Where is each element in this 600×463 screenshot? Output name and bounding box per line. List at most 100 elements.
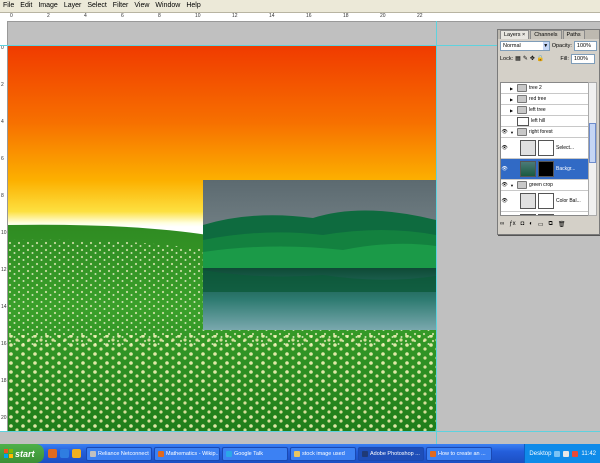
layer-name: left tree	[529, 107, 546, 113]
eye-icon[interactable]	[501, 105, 508, 115]
eye-icon[interactable]: 👁	[501, 127, 508, 137]
layer-row[interactable]: ▶ tree 2	[501, 83, 588, 94]
desktop-label[interactable]: Desktop	[529, 451, 551, 457]
menu-window[interactable]: Window	[152, 0, 183, 12]
menu-layer[interactable]: Layer	[61, 0, 85, 12]
layer-mask-thumbnail	[538, 161, 554, 177]
taskbar-button[interactable]: Mathematics - Wikip...	[154, 446, 220, 461]
layer-thumbnail	[517, 116, 529, 126]
trash-icon[interactable]: 🗑	[558, 221, 566, 228]
layer-row[interactable]: 👁 Select...	[501, 138, 588, 159]
guide-line-horizontal[interactable]	[0, 431, 600, 432]
app-icon	[362, 450, 368, 457]
link-layers-icon[interactable]: ∞	[500, 221, 504, 227]
document-canvas[interactable]	[8, 45, 436, 432]
lock-transparency-icon[interactable]: ▦	[515, 55, 521, 62]
lock-move-icon[interactable]: ✥	[530, 55, 535, 62]
lock-paint-icon[interactable]: ✎	[523, 55, 528, 62]
start-button[interactable]: start	[0, 444, 44, 463]
system-tray: Desktop 11:42	[524, 444, 600, 463]
layer-row[interactable]: 👁 ▼ green crop	[501, 180, 588, 191]
menu-file[interactable]: File	[0, 0, 17, 12]
layer-row[interactable]: left hill	[501, 116, 588, 127]
tab-paths[interactable]: Paths	[562, 30, 585, 39]
ruler-tick-label: 8	[158, 13, 161, 19]
taskbar-button-label: stock image used	[302, 450, 345, 457]
blend-mode-value: Normal	[503, 42, 521, 49]
taskbar-button-label: Adobe Photoshop ...	[370, 450, 420, 457]
eye-icon[interactable]	[501, 94, 508, 104]
ruler-tick-label: 14	[269, 13, 275, 19]
new-layer-icon[interactable]: ⧉	[549, 221, 553, 228]
lock-label: Lock:	[500, 55, 514, 62]
menu-select[interactable]: Select	[84, 0, 109, 12]
eye-icon[interactable]: 👁	[501, 212, 508, 215]
panel-bottom-toolbar: ∞ ƒx ◘ ◐ ▭ ⧉ 🗑	[500, 218, 596, 230]
ruler-tick-label: 12	[1, 267, 7, 273]
guide-line-vertical[interactable]	[436, 21, 437, 444]
menu-image[interactable]: Image	[35, 0, 60, 12]
triangle-right-icon[interactable]: ▶	[510, 108, 515, 113]
layer-row[interactable]: 👁Layer 7 c...	[501, 212, 588, 215]
app-icon	[430, 450, 436, 457]
layer-name: right forest	[529, 129, 553, 135]
taskbar-button[interactable]: Reliance Netconnect	[86, 446, 152, 461]
fill-label: Fill:	[560, 55, 569, 62]
layer-row[interactable]: ▶ red tree	[501, 94, 588, 105]
triangle-right-icon[interactable]: ▶	[510, 97, 515, 102]
layer-thumbnail	[520, 161, 536, 177]
menu-help[interactable]: Help	[183, 0, 203, 12]
triangle-right-icon[interactable]: ▶	[510, 86, 515, 91]
fill-field[interactable]: 100%	[570, 53, 595, 64]
triangle-down-icon[interactable]: ▼	[510, 130, 515, 135]
layer-row[interactable]: 👁 ▼ right forest	[501, 127, 588, 138]
menu-filter[interactable]: Filter	[110, 0, 132, 12]
layer-row[interactable]: 👁 Color Bal...	[501, 191, 588, 212]
menu-view[interactable]: View	[131, 0, 152, 12]
layer-mask-thumbnail	[538, 193, 554, 209]
layer-name: left hill	[531, 118, 546, 124]
taskbar-button[interactable]: Adobe Photoshop ...	[358, 446, 424, 461]
layer-mask-thumbnail	[538, 140, 554, 156]
lake-forest-photo[interactable]	[203, 180, 436, 330]
tab-channels[interactable]: Channels	[530, 30, 562, 39]
taskbar-button[interactable]: How to create an ...	[426, 446, 492, 461]
lock-all-icon[interactable]: 🔒	[537, 55, 544, 62]
eye-icon[interactable]: 👁	[501, 138, 508, 158]
add-mask-icon[interactable]: ◘	[521, 221, 525, 227]
adjustment-layer-icon[interactable]: ◐	[529, 221, 533, 227]
opacity-field[interactable]: 100%	[573, 40, 597, 51]
scrollbar-thumb[interactable]	[589, 123, 596, 163]
eye-icon[interactable]: 👁	[501, 191, 508, 211]
menu-edit[interactable]: Edit	[17, 0, 35, 12]
new-group-icon[interactable]: ▭	[538, 221, 544, 228]
tab-layers[interactable]: Layers ×	[500, 30, 530, 39]
taskbar-button[interactable]: stock image used	[290, 446, 356, 461]
clock: 11:42	[581, 450, 596, 457]
blend-mode-select[interactable]: Normal ▼	[500, 40, 550, 51]
folder-icon	[517, 95, 527, 103]
layer-thumbnail	[520, 193, 536, 209]
guide-line-horizontal[interactable]	[0, 45, 497, 46]
firefox-icon[interactable]	[48, 449, 57, 458]
media-icon[interactable]	[72, 449, 81, 458]
ie-icon[interactable]	[60, 449, 69, 458]
security-icon[interactable]	[572, 450, 579, 457]
layer-row[interactable]: ▶ left tree	[501, 105, 588, 116]
ruler-tick-label: 16	[306, 13, 312, 19]
layer-row[interactable]: 👁 Backgr...	[501, 159, 588, 180]
triangle-down-icon[interactable]: ▼	[510, 183, 515, 188]
network-icon[interactable]	[554, 450, 561, 457]
taskbar-button-label: Google Talk	[234, 450, 263, 457]
eye-icon[interactable]	[501, 116, 508, 126]
eye-icon[interactable]: 👁	[501, 159, 508, 179]
layers-scrollbar[interactable]	[588, 82, 597, 216]
eye-icon[interactable]: 👁	[501, 180, 508, 190]
layer-style-icon[interactable]: ƒx	[509, 221, 515, 227]
blend-row: Normal ▼ Opacity: 100%	[498, 39, 599, 52]
ruler-tick-label: 4	[84, 13, 87, 19]
eye-icon[interactable]	[501, 83, 508, 93]
volume-icon[interactable]	[563, 450, 570, 457]
opacity-label: Opacity:	[551, 42, 572, 49]
taskbar-button[interactable]: Google Talk	[222, 446, 288, 461]
